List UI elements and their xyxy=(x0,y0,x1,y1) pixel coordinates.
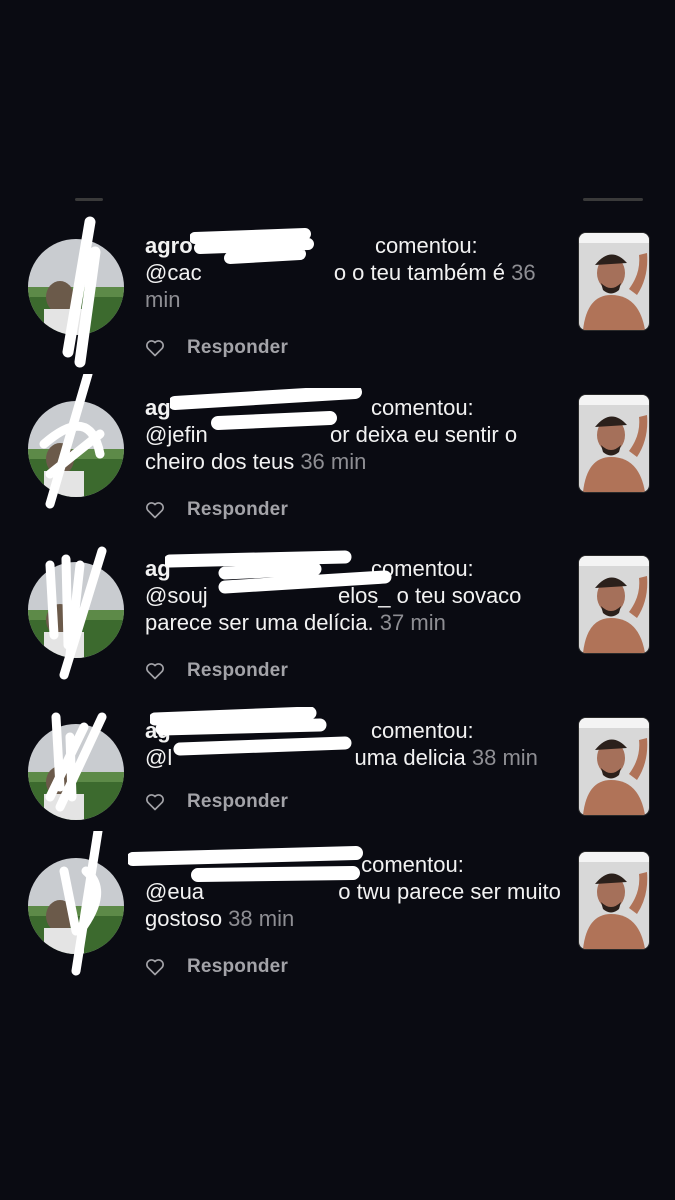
notification-text: ag comentou: @jefin or deixa eu sentir o… xyxy=(145,394,565,475)
activity-feed: agro comentou: @cac o o teu também é 36 … xyxy=(0,0,675,1200)
timestamp: 37 min xyxy=(379,610,446,635)
notification-item[interactable]: ag comentou: @jefin or deixa eu sentir o… xyxy=(0,374,675,554)
username[interactable]: ag xyxy=(145,395,171,420)
reply-button[interactable]: Responder xyxy=(187,337,288,359)
post-thumbnail[interactable] xyxy=(578,555,650,654)
avatar[interactable] xyxy=(28,239,124,335)
reply-button[interactable]: Responder xyxy=(187,660,288,682)
avatar[interactable] xyxy=(28,401,124,497)
heart-outline-icon[interactable] xyxy=(145,338,165,358)
notification-item[interactable]: ag comentou: @souj elos_ o teu sovaco pa… xyxy=(0,546,675,715)
verb: comentou: xyxy=(370,556,474,581)
avatar[interactable] xyxy=(28,562,124,658)
notification-text: comentou: @eua o twu parece ser muito go… xyxy=(145,851,565,932)
heart-outline-icon[interactable] xyxy=(145,500,165,520)
reply-button[interactable]: Responder xyxy=(187,956,288,978)
comment-actions: Responder xyxy=(145,497,288,523)
username[interactable]: agro xyxy=(145,233,193,258)
post-thumbnail[interactable] xyxy=(578,851,650,950)
comment-text: uma delicia xyxy=(354,745,472,770)
mention[interactable]: @cac xyxy=(145,260,202,285)
comment-actions: Responder xyxy=(145,335,288,361)
mention[interactable]: @jefin xyxy=(145,422,208,447)
mention[interactable]: @l xyxy=(145,745,172,770)
post-thumbnail[interactable] xyxy=(578,232,650,331)
mention[interactable]: @eua xyxy=(145,879,204,904)
timestamp: 38 min xyxy=(228,906,295,931)
username[interactable]: ag xyxy=(145,556,171,581)
verb: comentou: xyxy=(370,395,474,420)
comment-actions: Responder xyxy=(145,954,288,980)
comment-actions: Responder xyxy=(145,658,288,684)
notification-item[interactable]: comentou: @eua o twu parece ser muito go… xyxy=(0,831,675,1011)
timestamp: 38 min xyxy=(471,745,538,770)
timestamp: 36 min xyxy=(300,449,367,474)
notification-text: ag comentou: @l uma delicia 38 min xyxy=(145,717,565,771)
notification-text: agro comentou: @cac o o teu também é 36 … xyxy=(145,232,565,313)
comment-text: o twu parece ser muito gostoso xyxy=(145,879,561,931)
verb: comentou: xyxy=(361,852,464,877)
avatar[interactable] xyxy=(28,858,124,954)
verb: comentou: xyxy=(374,233,478,258)
post-thumbnail[interactable] xyxy=(578,717,650,816)
divider xyxy=(583,198,643,201)
reply-button[interactable]: Responder xyxy=(187,791,288,813)
avatar[interactable] xyxy=(28,724,124,820)
comment-actions: Responder xyxy=(145,789,288,815)
username[interactable]: ag xyxy=(145,718,171,743)
heart-outline-icon[interactable] xyxy=(145,957,165,977)
divider xyxy=(75,198,103,201)
post-thumbnail[interactable] xyxy=(578,394,650,493)
notification-item[interactable]: agro comentou: @cac o o teu também é 36 … xyxy=(0,216,675,392)
heart-outline-icon[interactable] xyxy=(145,661,165,681)
mention[interactable]: @souj xyxy=(145,583,208,608)
comment-text: o o teu também é xyxy=(333,260,512,285)
heart-outline-icon[interactable] xyxy=(145,792,165,812)
verb: comentou: xyxy=(370,718,474,743)
reply-button[interactable]: Responder xyxy=(187,499,288,521)
notification-text: ag comentou: @souj elos_ o teu sovaco pa… xyxy=(145,555,565,636)
